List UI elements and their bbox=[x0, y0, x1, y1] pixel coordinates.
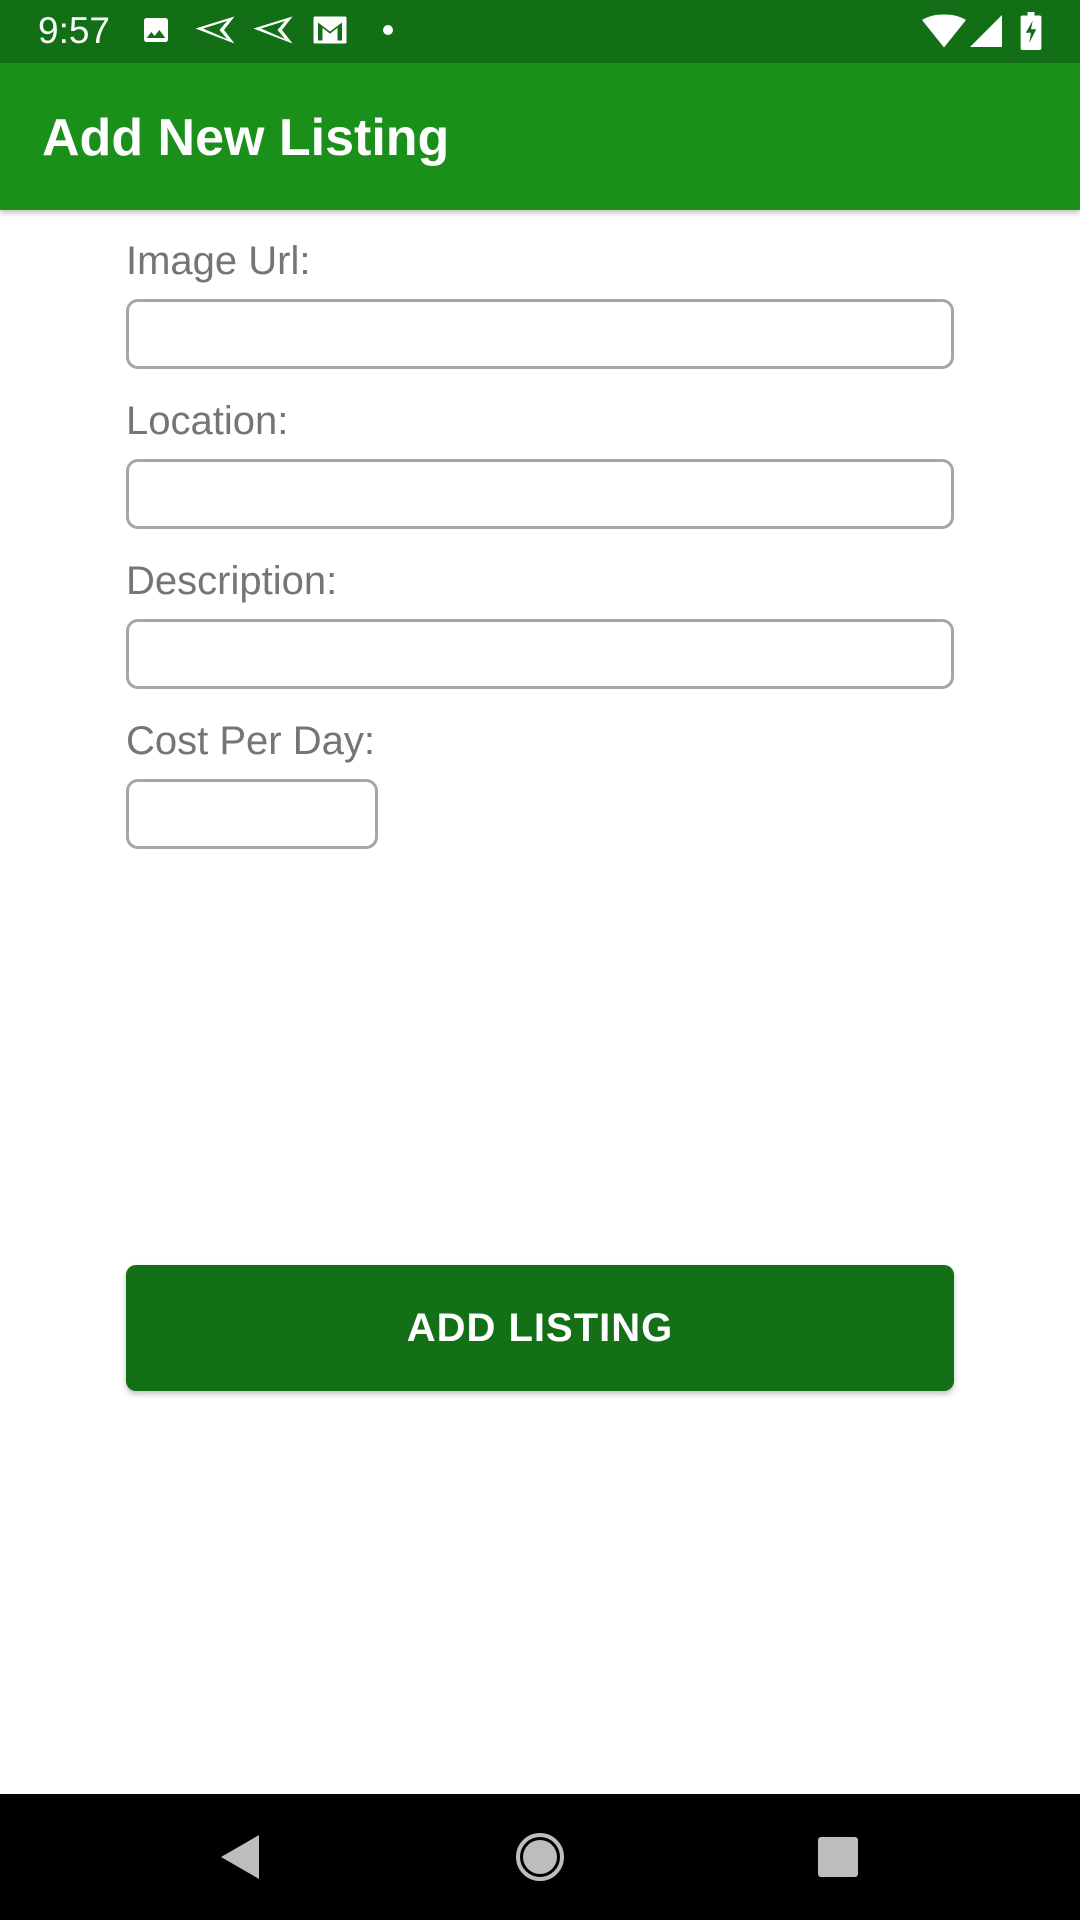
battery-charging-icon bbox=[1020, 12, 1042, 50]
location-input[interactable] bbox=[126, 459, 954, 529]
cost-per-day-label: Cost Per Day: bbox=[126, 719, 375, 763]
navigation-bar bbox=[0, 1794, 1080, 1920]
status-time: 9:57 bbox=[38, 10, 111, 51]
app-bar: Add New Listing bbox=[0, 63, 1080, 210]
page-title: Add New Listing bbox=[42, 109, 450, 167]
add-listing-button[interactable]: ADD LISTING bbox=[126, 1265, 954, 1391]
cost-per-day-input[interactable] bbox=[126, 779, 378, 849]
description-label: Description: bbox=[126, 559, 338, 603]
image-url-input[interactable] bbox=[126, 299, 954, 369]
home-icon[interactable] bbox=[505, 1822, 575, 1892]
recents-icon[interactable] bbox=[803, 1822, 873, 1892]
image-url-label: Image Url: bbox=[126, 239, 311, 283]
send-icon bbox=[195, 16, 235, 44]
back-icon[interactable] bbox=[205, 1822, 275, 1892]
status-bar: 9:57 bbox=[0, 0, 1080, 63]
send-icon bbox=[253, 16, 293, 44]
description-input[interactable] bbox=[126, 619, 954, 689]
wifi-icon bbox=[922, 14, 966, 48]
cellular-signal-icon bbox=[970, 15, 1002, 47]
location-label: Location: bbox=[126, 399, 289, 443]
gmail-icon bbox=[313, 16, 347, 44]
dot-icon bbox=[383, 25, 393, 35]
image-icon bbox=[144, 18, 168, 42]
